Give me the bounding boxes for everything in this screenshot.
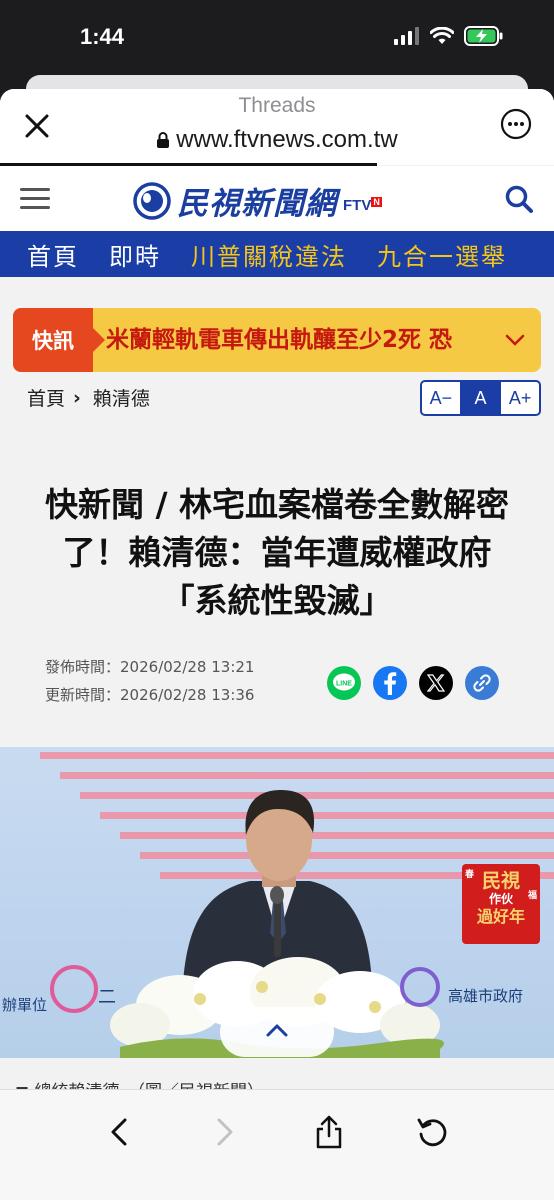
font-larger-button[interactable]: A+ <box>499 382 539 414</box>
category-nav: 首頁 即時 川普關稅違法 九合一選舉 <box>0 231 554 277</box>
line-share-icon[interactable]: LINE <box>327 666 361 700</box>
wifi-icon <box>430 27 454 44</box>
font-normal-button[interactable]: A <box>459 382 500 414</box>
share-buttons: LINE <box>327 666 499 700</box>
headline-line: 「系統性毀滅」 <box>161 581 393 620</box>
x-share-icon[interactable] <box>419 666 453 700</box>
back-icon[interactable] <box>100 1112 140 1152</box>
breaking-headline[interactable]: 米蘭輕軌電車傳出軌釀至少2死 恐 <box>106 308 496 372</box>
article-meta: 發佈時間：2026/02/28 13:21 更新時間：2026/02/28 13… <box>45 653 254 709</box>
copy-link-icon[interactable] <box>465 666 499 700</box>
more-options-icon[interactable] <box>500 108 532 140</box>
screen: 1:44 Threads www.ftvnews.com.tw 民視新聞網 FT… <box>0 0 554 1200</box>
nav-item-election[interactable]: 九合一選舉 <box>350 237 510 272</box>
photo-sponsor-mid: 二 <box>98 987 116 1008</box>
lock-icon <box>157 132 170 148</box>
status-time: 1:44 <box>80 24 125 49</box>
in-app-browser: Threads www.ftvnews.com.tw 民視新聞網 FTV N 首… <box>0 89 554 1200</box>
logo-text: 民視新聞網 <box>177 186 337 222</box>
photo-sponsor-right: 高雄市政府 <box>448 987 524 1005</box>
scroll-to-top-button[interactable] <box>220 1007 334 1057</box>
battery-charging-icon <box>464 26 503 46</box>
ftv-eye-logo-icon <box>133 181 171 220</box>
logo-brand: FTV N <box>343 197 382 214</box>
search-icon[interactable] <box>504 184 534 214</box>
chevron-down-icon[interactable] <box>503 328 527 352</box>
lunar-new-year-badge[interactable]: 春 福 民視 作伙 過好年 <box>462 864 540 944</box>
browser-toolbar <box>0 1089 554 1200</box>
svg-text:LINE: LINE <box>336 681 352 688</box>
nav-item-home[interactable]: 首頁 <box>0 237 82 272</box>
breaking-news-banner[interactable]: 快訊 米蘭輕軌電車傳出軌釀至少2死 恐 <box>13 308 541 372</box>
cellular-signal-icon <box>394 27 419 45</box>
status-bar: 1:44 <box>0 0 554 76</box>
font-smaller-button[interactable]: A− <box>422 382 460 414</box>
updated-time: 更新時間：2026/02/28 13:36 <box>45 686 255 704</box>
site-logo[interactable]: 民視新聞網 FTV N <box>133 178 382 223</box>
facebook-share-icon[interactable] <box>373 666 407 700</box>
breadcrumb-current[interactable]: 賴清德 <box>93 384 150 411</box>
font-size-control: A− A A+ <box>420 380 541 416</box>
reload-icon[interactable] <box>413 1112 453 1152</box>
published-time: 發佈時間：2026/02/28 13:21 <box>45 658 255 676</box>
photo-sponsor-left: 辦單位 <box>2 996 48 1014</box>
article-headline: 快新聞 / 林宅血案檔卷全數解密 了！賴清德：當年遭威權政府 「系統性毀滅」 <box>0 481 554 625</box>
status-icons <box>394 26 504 46</box>
hamburger-menu-icon[interactable] <box>20 188 50 210</box>
nav-item-tariff[interactable]: 川普關稅違法 <box>164 237 350 272</box>
headline-line: 快新聞 / 林宅血案檔卷全數解密 <box>44 485 510 524</box>
breadcrumb: 首頁 › 賴清德 <box>27 384 150 411</box>
nav-item-realtime[interactable]: 即時 <box>82 237 164 272</box>
share-icon[interactable] <box>309 1112 349 1152</box>
url-text: www.ftvnews.com.tw <box>176 126 398 153</box>
breaking-label: 快訊 <box>13 308 105 372</box>
chevron-right-icon: › <box>73 386 81 409</box>
headline-line: 了！賴清德：當年遭威權政府 <box>62 533 492 572</box>
browser-app-name: Threads <box>238 94 316 117</box>
site-header: 民視新聞網 FTV N <box>0 166 554 231</box>
forward-icon[interactable] <box>204 1112 244 1152</box>
breadcrumb-home[interactable]: 首頁 <box>27 384 65 411</box>
chevron-up-icon <box>266 1024 288 1037</box>
url-display[interactable]: www.ftvnews.com.tw <box>0 126 554 154</box>
browser-header: Threads www.ftvnews.com.tw <box>0 89 554 166</box>
